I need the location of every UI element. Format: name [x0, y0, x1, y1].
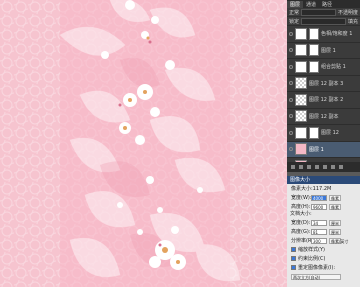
layer-row[interactable]: 图层 1 [287, 43, 360, 59]
link-layers-icon[interactable] [291, 165, 295, 169]
layer-mask-thumbnail[interactable] [309, 126, 319, 139]
doc-width-row: 宽度(D): 34 厘米 [287, 218, 360, 227]
add-mask-icon[interactable] [307, 165, 311, 169]
resample-label: 重定图像像素(I): [298, 265, 336, 271]
resolution-input[interactable]: 300 [311, 237, 327, 244]
layer-name: 图层 1 [309, 146, 324, 153]
floral-artwork [0, 0, 287, 287]
scale-styles-row: 缩放样式(Y) [287, 245, 360, 254]
doc-height-label: 高度(G): [291, 229, 311, 235]
fx-icon[interactable] [299, 165, 303, 169]
layer-list: 色相/饱和度 1 图层 1 组合剪贴 1 图层 12 副本 3 图层 12 副本 2 图层… [287, 26, 360, 172]
doc-width-input[interactable]: 34 [311, 219, 327, 226]
eye-icon[interactable] [289, 114, 293, 119]
layer-name: 图层 12 副本 3 [309, 80, 344, 87]
new-group-icon[interactable] [323, 165, 327, 169]
dialog-title: 图像大小 [287, 176, 360, 184]
scale-styles-checkbox[interactable] [291, 247, 296, 252]
pixel-width-unit[interactable]: 像素 [329, 194, 341, 201]
blend-mode-select[interactable]: 正常 [289, 9, 299, 16]
pixel-height-row: 高度(H): 9600 像素 [287, 202, 360, 211]
layer-name: 色相/饱和度 1 [321, 31, 353, 38]
layer-thumbnail [295, 143, 307, 156]
layers-panel-tabs: 图层 通道 路径 [287, 0, 360, 8]
lock-row: 锁定 填充 [287, 17, 360, 26]
resolution-label: 分辨率(R): [291, 238, 316, 244]
width-label: 宽度(W): [291, 195, 312, 201]
eye-icon[interactable] [289, 48, 293, 53]
layer-name: 图层 12 副本 [309, 113, 339, 120]
pixel-width-row: 宽度(W): 4000 像素 [287, 193, 360, 202]
layer-thumbnail [295, 27, 307, 40]
resample-method-row: 两次立方(自动) [287, 272, 360, 281]
doc-height-row: 高度(G): 81 厘米 [287, 227, 360, 236]
doc-height-unit[interactable]: 厘米 [329, 228, 341, 235]
eye-icon[interactable] [289, 147, 293, 152]
layer-mask-thumbnail[interactable] [309, 27, 319, 40]
lock-icons[interactable] [301, 17, 346, 25]
eye-icon[interactable] [289, 31, 293, 36]
resolution-unit[interactable]: 像素/英寸 [329, 237, 348, 244]
resolution-row: 分辨率(R): 300 像素/英寸 [287, 236, 360, 245]
pixel-height-unit[interactable]: 像素 [329, 203, 341, 210]
eye-icon[interactable] [289, 81, 293, 86]
layer-name: 图层 12 副本 2 [309, 97, 344, 104]
doc-height-input[interactable]: 81 [311, 228, 327, 235]
height-label: 高度(H): [291, 204, 311, 210]
constrain-row: 约束比例(C) [287, 254, 360, 263]
scale-styles-label: 缩放样式(Y) [298, 247, 325, 253]
adjustment-layer-icon[interactable] [315, 165, 319, 169]
tab-layers[interactable]: 图层 [287, 0, 304, 8]
layer-row[interactable]: 图层 12 副本 [287, 109, 360, 125]
tab-channels[interactable]: 通道 [303, 1, 319, 8]
layer-name: 组合剪贴 1 [321, 64, 346, 71]
layer-row[interactable]: 组合剪贴 1 [287, 59, 360, 76]
layer-name: 图层 12 [321, 130, 339, 137]
image-size-dialog: 图像大小 像素大小:117.2M 宽度(W): 4000 像素 高度(H): 9… [287, 176, 360, 287]
lock-label: 锁定 [289, 18, 300, 25]
resample-method-select[interactable]: 两次立方(自动) [291, 273, 341, 280]
layer-thumbnail [295, 60, 307, 73]
layer-thumbnail [295, 110, 307, 123]
resample-checkbox[interactable] [291, 265, 296, 270]
layer-mask-thumbnail[interactable] [309, 60, 319, 73]
blend-mode-field[interactable] [301, 8, 336, 16]
blend-mode-row: 正常 不透明度 [287, 8, 360, 17]
layer-row[interactable]: 色相/饱和度 1 [287, 26, 360, 43]
eye-icon[interactable] [289, 97, 293, 102]
fill-label: 填充 [347, 18, 358, 25]
trash-icon[interactable] [339, 165, 343, 169]
layer-mask-thumbnail[interactable] [309, 44, 319, 57]
layer-row[interactable]: 图层 12 副本 2 [287, 92, 360, 109]
resample-row: 重定图像像素(I): [287, 263, 360, 272]
layer-thumbnail [295, 93, 307, 106]
opacity-label: 不透明度 [337, 9, 358, 16]
layer-row[interactable]: 图层 12 [287, 125, 360, 142]
eye-icon[interactable] [289, 64, 293, 69]
doc-width-unit[interactable]: 厘米 [329, 219, 341, 226]
new-layer-icon[interactable] [331, 165, 335, 169]
pixel-height-input[interactable]: 9600 [311, 203, 327, 210]
layers-panel-toolbar [287, 162, 360, 172]
layer-thumbnail [295, 126, 307, 139]
constrain-checkbox[interactable] [291, 256, 296, 261]
doc-width-label: 宽度(D): [291, 220, 311, 226]
pixel-width-input[interactable]: 4000 [311, 194, 327, 201]
pixel-dimensions: 像素大小:117.2M [291, 186, 332, 192]
eye-icon[interactable] [289, 130, 293, 135]
layers-panel: 图层 通道 路径 正常 不透明度 锁定 填充 色相/饱和度 1 图层 1 组合剪贴 … [287, 0, 360, 172]
document-size-label: 文档大小: [290, 211, 312, 217]
layer-thumbnail [295, 77, 307, 90]
artwork-canvas[interactable] [0, 0, 287, 287]
tab-paths[interactable]: 路径 [319, 1, 335, 8]
constrain-label: 约束比例(C) [298, 256, 326, 262]
layer-row[interactable]: 图层 1 [287, 141, 360, 158]
layer-thumbnail [295, 44, 307, 57]
layer-name: 图层 1 [321, 47, 336, 54]
layer-row[interactable]: 图层 12 副本 3 [287, 76, 360, 92]
